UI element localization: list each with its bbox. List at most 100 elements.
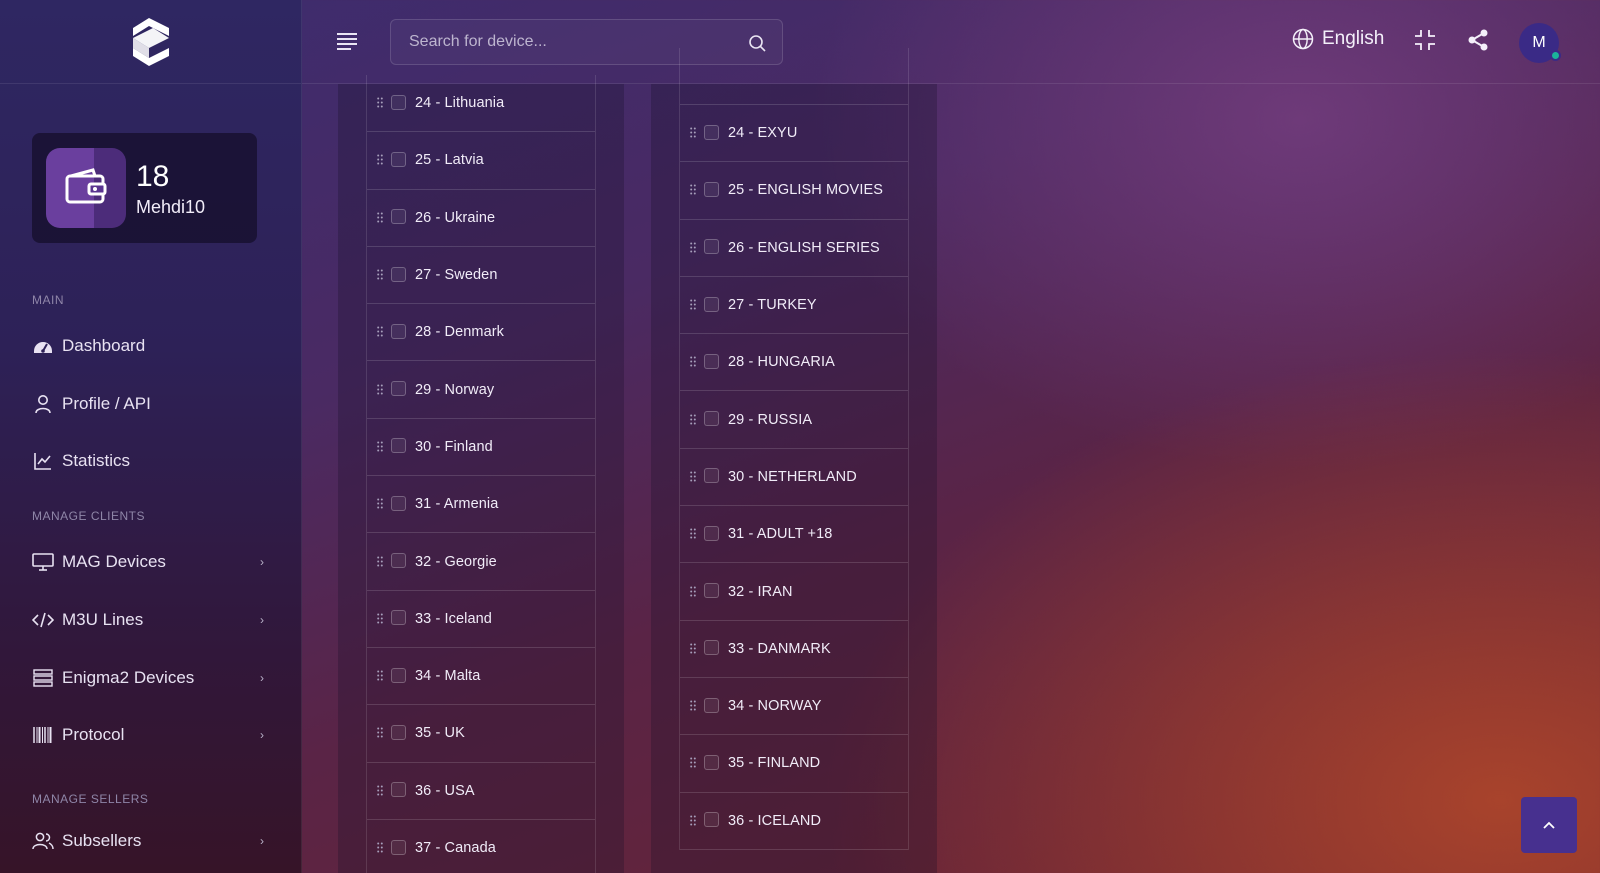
drag-handle-icon[interactable] <box>377 97 385 109</box>
bouquet-row[interactable]: 24 - EXYU <box>680 105 908 163</box>
drag-handle-icon[interactable] <box>377 384 385 396</box>
drag-handle-icon[interactable] <box>690 643 698 655</box>
drag-handle-icon[interactable] <box>690 586 698 598</box>
drag-handle-icon[interactable] <box>690 757 698 769</box>
bouquet-row[interactable]: 36 - ICELAND <box>680 793 908 850</box>
bouquet-row[interactable]: 25 - Latvia <box>367 132 595 190</box>
bouquet-row[interactable]: 29 - Norway <box>367 361 595 419</box>
bouquet-row[interactable]: 30 - Finland <box>367 419 595 477</box>
bouquet-checkbox[interactable] <box>704 583 719 599</box>
bouquet-checkbox[interactable] <box>704 239 719 255</box>
drag-handle-icon[interactable] <box>377 326 385 338</box>
bouquet-checkbox[interactable] <box>704 411 719 427</box>
drag-handle-icon[interactable] <box>690 700 698 712</box>
bouquet-label: 33 - DANMARK <box>728 640 831 657</box>
bouquet-checkbox[interactable] <box>704 697 719 713</box>
menu-toggle-button[interactable] <box>336 32 358 52</box>
share-button[interactable] <box>1467 29 1489 56</box>
bouquet-checkbox[interactable] <box>704 640 719 656</box>
bouquet-row[interactable]: 30 - NETHERLAND <box>680 449 908 507</box>
bouquet-checkbox[interactable] <box>391 438 406 454</box>
drag-handle-icon[interactable] <box>377 842 385 854</box>
drag-handle-icon[interactable] <box>377 785 385 797</box>
bouquet-row[interactable]: 31 - ADULT +18 <box>680 506 908 564</box>
bouquet-row[interactable]: 26 - ENGLISH SERIES <box>680 220 908 277</box>
drag-handle-icon[interactable] <box>690 815 698 827</box>
bouquet-row[interactable]: 34 - NORWAY <box>680 678 908 736</box>
sidebar-item-mag-devices[interactable]: MAG Devices › <box>32 547 272 577</box>
bouquet-checkbox[interactable] <box>391 323 406 339</box>
bouquet-checkbox[interactable] <box>391 209 406 225</box>
sidebar-item-profile[interactable]: Profile / API <box>32 389 272 419</box>
drag-handle-icon[interactable] <box>690 127 698 139</box>
list-item-partial <box>680 48 908 105</box>
bouquet-checkbox[interactable] <box>704 353 719 369</box>
drag-handle-icon[interactable] <box>690 471 698 483</box>
fullscreen-exit-button[interactable] <box>1414 29 1436 56</box>
drag-handle-icon[interactable] <box>377 727 385 739</box>
bouquet-row[interactable]: 31 - Armenia <box>367 476 595 534</box>
bouquet-checkbox[interactable] <box>391 782 406 798</box>
bouquet-checkbox[interactable] <box>704 181 719 197</box>
drag-handle-icon[interactable] <box>377 269 385 281</box>
bouquet-row[interactable]: 37 - Canada <box>367 820 595 873</box>
bouquet-row[interactable]: 28 - Denmark <box>367 304 595 362</box>
bouquet-row[interactable]: 27 - Sweden <box>367 247 595 305</box>
bouquet-checkbox[interactable] <box>391 610 406 626</box>
sidebar-item-m3u-lines[interactable]: M3U Lines › <box>32 605 272 635</box>
bouquet-row[interactable]: 36 - USA <box>367 763 595 820</box>
scroll-to-top-button[interactable] <box>1521 797 1577 853</box>
bouquet-checkbox[interactable] <box>391 266 406 282</box>
bouquet-checkbox[interactable] <box>391 495 406 511</box>
drag-handle-icon[interactable] <box>377 670 385 682</box>
sidebar-item-label: Enigma2 Devices <box>62 668 195 687</box>
bouquet-checkbox[interactable] <box>704 296 719 312</box>
drag-handle-icon[interactable] <box>690 184 698 196</box>
drag-handle-icon[interactable] <box>690 242 698 254</box>
bouquet-checkbox[interactable] <box>391 839 406 855</box>
sidebar-item-statistics[interactable]: Statistics <box>32 446 272 476</box>
bouquet-row[interactable]: 26 - Ukraine <box>367 190 595 247</box>
drag-handle-icon[interactable] <box>377 613 385 625</box>
bouquet-row[interactable]: 32 - Georgie <box>367 533 595 591</box>
drag-handle-icon[interactable] <box>690 414 698 426</box>
drag-handle-icon[interactable] <box>377 441 385 453</box>
bouquet-checkbox[interactable] <box>391 553 406 569</box>
bouquet-checkbox[interactable] <box>391 667 406 683</box>
drag-handle-icon[interactable] <box>690 528 698 540</box>
drag-handle-icon[interactable] <box>690 299 698 311</box>
bouquet-row[interactable]: 27 - TURKEY <box>680 277 908 335</box>
bouquet-checkbox[interactable] <box>391 381 406 397</box>
bouquet-checkbox[interactable] <box>391 724 406 740</box>
bouquet-checkbox[interactable] <box>391 94 406 110</box>
bouquet-row[interactable]: 29 - RUSSIA <box>680 391 908 449</box>
bouquet-row[interactable]: 24 - Lithuania <box>367 75 595 133</box>
bouquet-checkbox[interactable] <box>704 812 719 828</box>
search-input[interactable] <box>391 33 721 51</box>
bouquet-checkbox[interactable] <box>704 468 719 484</box>
bouquet-row[interactable]: 33 - Iceland <box>367 591 595 648</box>
bouquet-row[interactable]: 34 - Malta <box>367 648 595 706</box>
sidebar-item-protocol[interactable]: Protocol › <box>32 720 272 750</box>
bouquet-row[interactable]: 25 - ENGLISH MOVIES <box>680 162 908 220</box>
language-selector[interactable]: English <box>1292 28 1384 50</box>
bouquet-row[interactable]: 35 - UK <box>367 705 595 763</box>
drag-handle-icon[interactable] <box>377 556 385 568</box>
bouquet-checkbox[interactable] <box>704 525 719 541</box>
bouquet-row[interactable]: 28 - HUNGARIA <box>680 334 908 392</box>
drag-handle-icon[interactable] <box>377 498 385 510</box>
bouquet-checkbox[interactable] <box>704 754 719 770</box>
drag-handle-icon[interactable] <box>690 356 698 368</box>
bouquet-row[interactable]: 35 - FINLAND <box>680 735 908 793</box>
bouquet-checkbox[interactable] <box>704 124 719 140</box>
logo-icon[interactable] <box>129 16 173 68</box>
sidebar-item-dashboard[interactable]: Dashboard <box>32 331 272 361</box>
sidebar-item-subsellers[interactable]: Subsellers › <box>32 826 272 856</box>
drag-handle-icon[interactable] <box>377 154 385 166</box>
bouquet-checkbox[interactable] <box>391 151 406 167</box>
avatar[interactable]: M <box>1519 23 1561 63</box>
drag-handle-icon[interactable] <box>377 212 385 224</box>
bouquet-row[interactable]: 32 - IRAN <box>680 563 908 621</box>
bouquet-row[interactable]: 33 - DANMARK <box>680 621 908 678</box>
sidebar-item-enigma2-devices[interactable]: Enigma2 Devices › <box>32 663 272 693</box>
